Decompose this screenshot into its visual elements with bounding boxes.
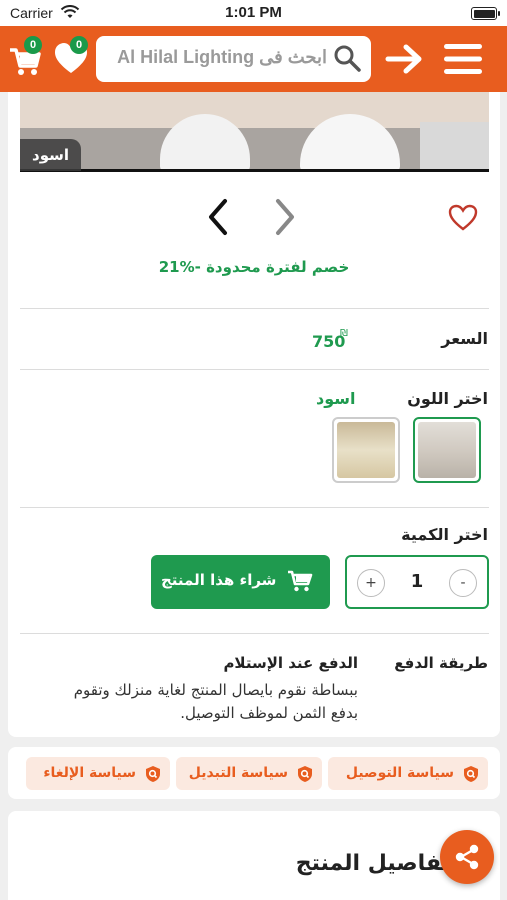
buy-button-label: شراء هذا المنتج [161,571,277,589]
search-icon[interactable] [333,44,361,72]
quantity-value: 1 [410,571,424,592]
divider [20,633,489,634]
menu-button[interactable] [442,41,484,77]
divider [20,308,489,309]
shield-search-icon [146,766,160,782]
chevron-right-icon[interactable] [270,197,300,237]
quantity-stepper: - 1 + [345,555,489,609]
policy-label: سياسة التبديل [188,765,288,781]
delivery-policy-button[interactable]: سياسة التوصيل [328,757,488,790]
payment-method-label: طريقة الدفع [394,654,488,672]
divider [20,369,489,370]
cart-count-badge: 0 [24,36,42,54]
search-placeholder: ابحث فى Al Hilal Lighting [117,47,327,67]
search-input[interactable]: ابحث فى Al Hilal Lighting [96,36,371,82]
image-color-tag: اسود [20,139,81,171]
arrow-right-icon [385,44,422,74]
cart-icon [288,570,313,592]
share-icon [455,844,479,870]
policy-label: سياسة الإلغاء [43,765,136,781]
chevron-left-icon[interactable] [203,197,233,237]
currency-symbol: ₪ [340,328,348,339]
quantity-increase-button[interactable]: + [357,569,385,597]
color-label: اختر اللون [407,389,488,408]
payment-method-description: ببساطة نقوم بايصال المنتج لغاية منزلك وت… [73,681,358,722]
divider [20,507,489,508]
hamburger-menu-icon [444,44,482,74]
status-bar: Carrier 1:01 PM [0,0,507,26]
product-details-card: تفاصيل المنتج [8,811,500,900]
battery-icon [471,7,500,20]
price-label: السعر [441,329,488,348]
policy-label: سياسة التوصيل [345,765,454,781]
discount-text: 21%- خصم لفترة محدودة [158,258,350,276]
product-card: اسود 21%- خصم لفترة محدودة السعر 750 ₪ ا… [8,92,500,737]
clock: 1:01 PM [225,4,282,21]
back-button[interactable] [385,42,425,76]
payment-method-title: الدفع عند الإستلام [223,654,358,672]
color-swatch[interactable] [332,417,400,483]
selected-color-value: اسود [316,389,356,408]
product-image[interactable] [20,92,489,172]
shield-search-icon [298,766,312,782]
product-details-title: تفاصيل المنتج [295,851,450,876]
policies-bar: سياسة التوصيل سياسة التبديل سياسة الإلغا… [8,747,500,799]
buy-button[interactable]: شراء هذا المنتج [151,555,330,609]
quantity-decrease-button[interactable]: - [449,569,477,597]
favorites-count-badge: 0 [70,36,88,54]
color-swatch-selected[interactable] [413,417,481,483]
share-button[interactable] [440,830,494,884]
exchange-policy-button[interactable]: سياسة التبديل [176,757,322,790]
app-header: 0 0 ابحث فى Al Hilal Lighting [0,26,507,92]
wishlist-heart-icon[interactable] [448,204,478,232]
cancellation-policy-button[interactable]: سياسة الإلغاء [26,757,170,790]
shield-search-icon [464,766,478,782]
quantity-label: اختر الكمية [401,525,488,544]
